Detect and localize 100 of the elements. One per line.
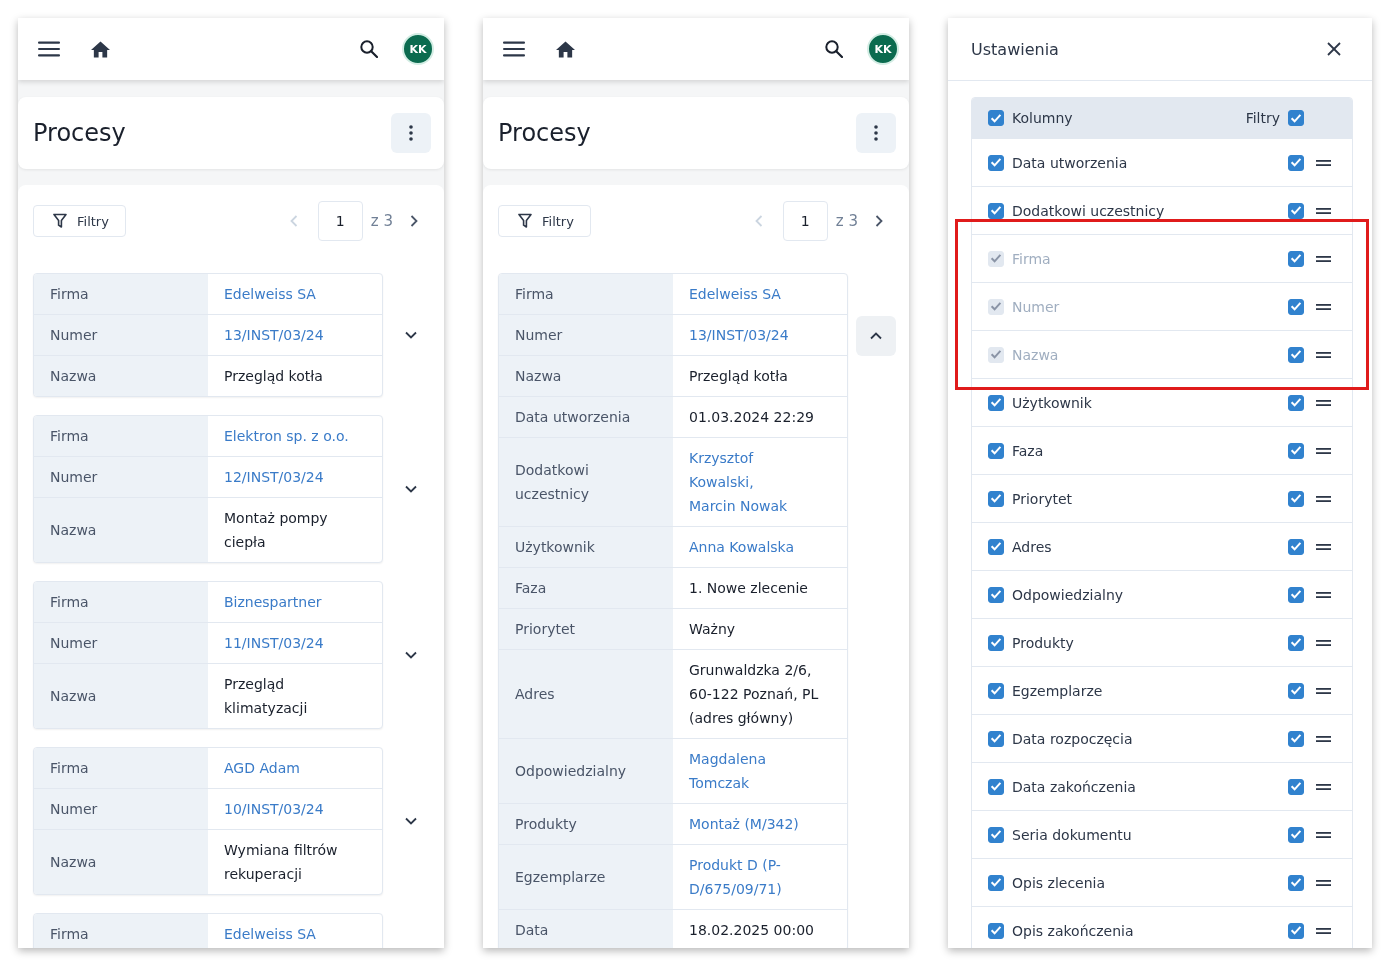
record-link[interactable]: AGD Adam (224, 756, 300, 780)
field-label: Adres (499, 650, 673, 738)
search-icon[interactable] (825, 40, 843, 58)
field-label: Nazwa (34, 356, 208, 396)
column-checkbox[interactable] (988, 778, 1004, 795)
record-link[interactable]: Edelweiss SA (224, 282, 316, 306)
drag-handle-icon[interactable] (1316, 639, 1331, 646)
settings-title: Ustawienia (971, 39, 1060, 59)
column-checkbox[interactable] (988, 442, 1004, 459)
column-checkbox[interactable] (988, 874, 1004, 891)
column-label: Data zakończenia (1012, 778, 1136, 795)
column-label: Opis zlecenia (1012, 874, 1106, 891)
filter-checkbox[interactable] (1288, 682, 1304, 699)
column-checkbox[interactable] (988, 634, 1004, 651)
user-avatar[interactable]: KK (867, 33, 899, 65)
filter-checkbox[interactable] (1288, 538, 1304, 555)
drag-handle-icon[interactable] (1316, 351, 1331, 358)
filter-checkbox[interactable] (1288, 154, 1304, 171)
field-value: Przegląd kotła (689, 367, 788, 386)
drag-handle-icon[interactable] (1316, 399, 1331, 406)
page-number-field[interactable]: 1 (782, 201, 828, 241)
column-checkbox[interactable] (988, 922, 1004, 939)
filter-icon (53, 213, 67, 229)
filter-checkbox[interactable] (1288, 922, 1304, 939)
home-icon[interactable] (556, 40, 575, 58)
record-link[interactable]: 11/INST/03/24 (224, 631, 324, 655)
drag-handle-icon[interactable] (1316, 735, 1331, 742)
more-button[interactable] (391, 113, 431, 153)
field-value: 18.02.2025 00:00 (689, 921, 814, 940)
field-value: Grunwaldzka 2/6, 60-122 Poznań, PL (adres główny) (689, 661, 820, 728)
column-checkbox[interactable] (988, 202, 1004, 219)
page-title: Procesy (498, 119, 592, 147)
drag-handle-icon[interactable] (1316, 831, 1331, 838)
filter-checkbox[interactable] (1288, 394, 1304, 411)
drag-handle-icon[interactable] (1316, 159, 1331, 166)
drag-handle-icon[interactable] (1316, 303, 1331, 310)
page-title: Procesy (33, 119, 127, 147)
user-avatar[interactable]: KK (402, 33, 434, 65)
filter-checkbox[interactable] (1288, 778, 1304, 795)
column-checkbox[interactable] (988, 394, 1004, 411)
close-icon (1327, 42, 1341, 56)
filter-checkbox[interactable] (1288, 634, 1304, 651)
column-checkbox[interactable] (988, 490, 1004, 507)
field-label: Data utworzenia (499, 397, 673, 437)
filter-button[interactable]: Filtry (498, 205, 591, 237)
filter-icon (518, 213, 532, 229)
menu-icon[interactable] (503, 41, 525, 57)
column-checkbox[interactable] (988, 730, 1004, 747)
record-link[interactable]: 13/INST/03/24 (689, 323, 789, 347)
page-count: z 3 (370, 212, 393, 230)
search-icon[interactable] (360, 40, 378, 58)
drag-handle-icon[interactable] (1316, 447, 1331, 454)
drag-handle-icon[interactable] (1316, 543, 1331, 550)
filter-checkbox[interactable] (1288, 202, 1304, 219)
home-icon[interactable] (91, 40, 110, 58)
record-link[interactable]: 10/INST/03/24 (224, 797, 324, 821)
column-checkbox[interactable] (988, 826, 1004, 843)
filter-button[interactable]: Filtry (33, 205, 126, 237)
field-label: Firma (34, 914, 208, 948)
record-link[interactable]: Elektron sp. z o.o. (224, 424, 349, 448)
record-link[interactable]: Edelweiss SA (224, 922, 316, 946)
close-button[interactable] (1327, 42, 1341, 56)
drag-handle-icon[interactable] (1316, 687, 1331, 694)
filter-checkbox[interactable] (1288, 826, 1304, 843)
record-link[interactable]: Marcin Nowak (689, 494, 788, 518)
chevron-down-icon (405, 331, 417, 339)
filter-checkbox[interactable] (1288, 490, 1304, 507)
all-columns-checkbox[interactable] (988, 110, 1004, 126)
record-link[interactable]: Montaż (M/342) (689, 812, 799, 836)
record-link[interactable]: Anna Kowalska (689, 535, 795, 559)
field-value: Montaż pompy ciepła (224, 509, 329, 552)
filter-checkbox[interactable] (1288, 586, 1304, 603)
filter-checkbox[interactable] (1288, 442, 1304, 459)
record-link[interactable]: Magdalena Tomczak (689, 747, 822, 795)
column-checkbox[interactable] (988, 586, 1004, 603)
drag-handle-icon[interactable] (1316, 591, 1331, 598)
column-checkbox[interactable] (988, 682, 1004, 699)
filter-checkbox[interactable] (1288, 730, 1304, 747)
filter-checkbox[interactable] (1288, 874, 1304, 891)
column-checkbox[interactable] (988, 154, 1004, 171)
drag-handle-icon[interactable] (1316, 495, 1331, 502)
drag-handle-icon[interactable] (1316, 927, 1331, 934)
all-filters-checkbox[interactable] (1288, 110, 1304, 126)
record-link[interactable]: Krzysztof Kowalski, (689, 446, 822, 494)
page-number-field[interactable]: 1 (317, 201, 363, 241)
drag-handle-icon[interactable] (1316, 255, 1331, 262)
drag-handle-icon[interactable] (1316, 879, 1331, 886)
field-value: Ważny (689, 620, 736, 639)
more-button[interactable] (856, 113, 896, 153)
record-link[interactable]: Biznespartner (224, 590, 322, 614)
menu-icon[interactable] (38, 41, 60, 57)
record-link[interactable]: Produkt D (P-D/675/09/71) (689, 853, 822, 901)
drag-handle-icon[interactable] (1316, 783, 1331, 790)
column-checkbox[interactable] (988, 538, 1004, 555)
record-link[interactable]: 13/INST/03/24 (224, 323, 324, 347)
column-label: Odpowiedzialny (1012, 586, 1124, 603)
record-link[interactable]: Edelweiss SA (689, 282, 781, 306)
chevron-right-icon (875, 215, 883, 227)
drag-handle-icon[interactable] (1316, 207, 1331, 214)
record-link[interactable]: 12/INST/03/24 (224, 465, 324, 489)
